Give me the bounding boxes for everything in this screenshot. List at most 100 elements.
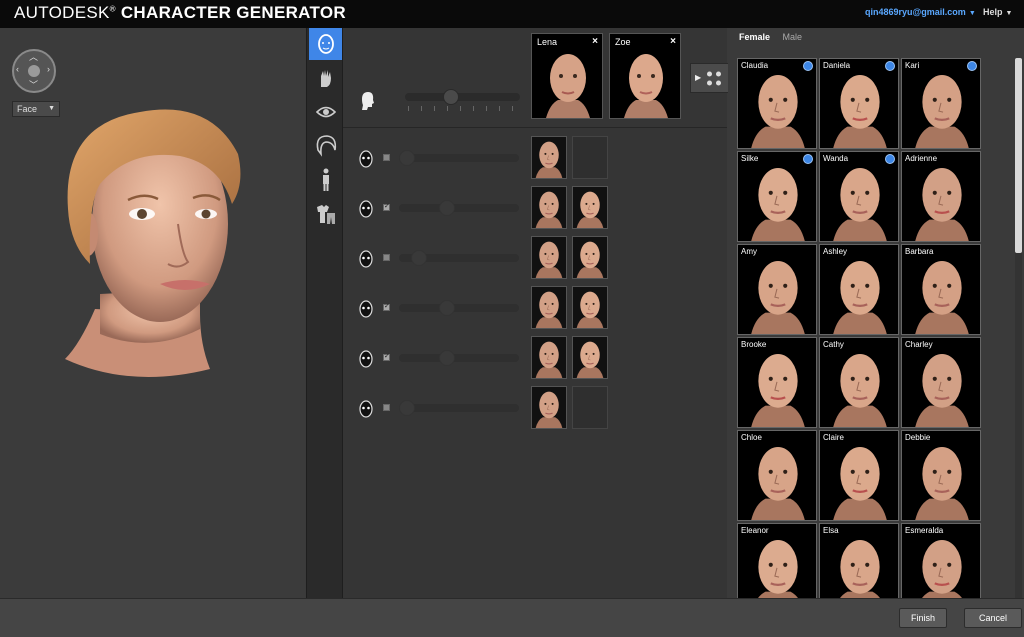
feature-row xyxy=(343,236,727,282)
cancel-button[interactable]: Cancel xyxy=(964,608,1022,628)
camera-navigation-control[interactable]: ︿ ﹀ ‹ › xyxy=(12,49,56,93)
character-card-claudia[interactable]: Claudia xyxy=(737,58,817,149)
feature-source-thumbnail[interactable] xyxy=(531,386,567,429)
ears-feature-icon xyxy=(359,350,373,368)
overall-blend-slider-knob[interactable] xyxy=(442,89,459,105)
eyes-category-button[interactable] xyxy=(309,96,342,128)
character-face-thumbnail xyxy=(751,353,805,427)
feature-lock-checkbox[interactable] xyxy=(383,302,390,311)
character-face-thumbnail xyxy=(915,74,969,148)
feature-blend-slider-knob[interactable] xyxy=(438,350,455,366)
character-card-charley[interactable]: Charley xyxy=(901,337,981,428)
body-category-button[interactable] xyxy=(309,164,342,196)
feature-source-thumbnail[interactable] xyxy=(572,336,608,379)
character-card-silke[interactable]: Silke xyxy=(737,151,817,242)
parent-card-lena[interactable]: Lena × xyxy=(531,33,603,119)
feature-blend-slider-knob[interactable] xyxy=(438,300,455,316)
character-face-thumbnail xyxy=(833,353,887,427)
arrow-up-icon[interactable]: ︿ xyxy=(29,53,38,62)
feature-source-thumbnail[interactable] xyxy=(572,286,608,329)
finish-button[interactable]: Finish xyxy=(899,608,947,628)
expand-parents-button[interactable]: ▶ xyxy=(690,63,728,93)
feature-blend-slider[interactable] xyxy=(399,250,519,266)
character-card-kari[interactable]: Kari xyxy=(901,58,981,149)
view-mode-value: Face xyxy=(17,104,38,114)
nose-feature-icon xyxy=(359,200,373,218)
view-mode-select[interactable]: Face ▼ xyxy=(12,101,60,117)
eye-icon xyxy=(315,106,336,118)
feature-blend-slider[interactable] xyxy=(399,400,519,416)
trademark-mark: ® xyxy=(109,4,116,14)
character-card-cathy[interactable]: Cathy xyxy=(819,337,899,428)
feature-blend-slider[interactable] xyxy=(399,200,519,216)
gallery-scrollbar[interactable] xyxy=(1015,58,1022,598)
character-card-amy[interactable]: Amy xyxy=(737,244,817,335)
feature-empty-slot[interactable] xyxy=(572,386,608,429)
character-name: Chloe xyxy=(741,433,762,442)
feature-blend-slider-knob[interactable] xyxy=(438,200,455,216)
tab-male[interactable]: Male xyxy=(783,32,803,42)
arrow-right-icon[interactable]: › xyxy=(47,65,50,74)
feature-blend-slider-knob[interactable] xyxy=(399,150,415,166)
feature-source-thumbnail[interactable] xyxy=(572,236,608,279)
tab-female[interactable]: Female xyxy=(739,32,770,42)
feature-source-thumbnail[interactable] xyxy=(531,136,567,179)
character-name: Daniela xyxy=(823,61,851,70)
arrow-down-icon[interactable]: ﹀ xyxy=(29,81,38,90)
character-head-model[interactable] xyxy=(60,94,245,384)
skin-category-button[interactable] xyxy=(309,62,342,94)
character-face-thumbnail xyxy=(833,260,887,334)
body-icon xyxy=(322,168,329,191)
feature-blend-slider-knob[interactable] xyxy=(411,250,428,266)
hair-category-button[interactable] xyxy=(309,130,342,162)
feature-source-thumbnail[interactable] xyxy=(531,336,567,379)
character-card-claire[interactable]: Claire xyxy=(819,430,899,521)
gallery-scrollbar-thumb[interactable] xyxy=(1015,58,1022,253)
clothing-category-button[interactable] xyxy=(309,198,342,230)
jaw-feature-icon xyxy=(359,300,373,318)
character-name: Claire xyxy=(823,433,844,442)
face-category-button[interactable] xyxy=(309,28,342,60)
custom-character-icon xyxy=(885,61,895,71)
feature-lock-checkbox[interactable] xyxy=(383,404,390,411)
feature-blend-slider-knob[interactable] xyxy=(399,400,415,416)
arrow-left-icon[interactable]: ‹ xyxy=(16,65,19,74)
feature-source-thumbnail[interactable] xyxy=(572,186,608,229)
overall-blend-slider[interactable] xyxy=(405,89,520,105)
feature-empty-slot[interactable] xyxy=(572,136,608,179)
3d-viewport[interactable]: ︿ ﹀ ‹ › Face ▼ xyxy=(0,28,305,598)
character-face-thumbnail xyxy=(915,167,969,241)
character-card-adrienne[interactable]: Adrienne xyxy=(901,151,981,242)
feature-blend-slider[interactable] xyxy=(399,350,519,366)
parent-card-zoe[interactable]: Zoe × xyxy=(609,33,681,119)
app-title: AUTODESK® CHARACTER GENERATOR xyxy=(14,3,346,23)
face-icon xyxy=(317,34,334,54)
character-card-daniela[interactable]: Daniela xyxy=(819,58,899,149)
feature-lock-checkbox[interactable] xyxy=(383,254,390,261)
feature-source-thumbnail[interactable] xyxy=(531,286,567,329)
feature-blend-slider[interactable] xyxy=(399,150,519,166)
user-account-menu[interactable]: qin4869ryu@gmail.com ▼ xyxy=(865,7,976,17)
character-card-wanda[interactable]: Wanda xyxy=(819,151,899,242)
character-card-debbie[interactable]: Debbie xyxy=(901,430,981,521)
navigation-center-icon[interactable] xyxy=(28,65,40,77)
custom-character-icon xyxy=(803,154,813,164)
help-menu[interactable]: Help ▼ xyxy=(983,7,1012,17)
character-card-barbara[interactable]: Barbara xyxy=(901,244,981,335)
parent-blend-section: Lena × Zoe × ▶ xyxy=(343,28,728,128)
footer-bar: Finish Cancel xyxy=(0,598,1024,637)
feature-lock-checkbox[interactable] xyxy=(383,154,390,161)
character-card-chloe[interactable]: Chloe xyxy=(737,430,817,521)
title-bar: AUTODESK® CHARACTER GENERATOR qin4869ryu… xyxy=(0,0,1024,28)
feature-source-thumbnail[interactable] xyxy=(531,186,567,229)
feature-source-thumbnail[interactable] xyxy=(531,236,567,279)
character-name: Wanda xyxy=(823,154,849,163)
character-card-brooke[interactable]: Brooke xyxy=(737,337,817,428)
character-card-ashley[interactable]: Ashley xyxy=(819,244,899,335)
character-face-thumbnail xyxy=(833,446,887,520)
character-face-thumbnail xyxy=(576,191,604,228)
character-name: Charley xyxy=(905,340,933,349)
feature-lock-checkbox[interactable] xyxy=(383,202,390,211)
feature-lock-checkbox[interactable] xyxy=(383,352,390,361)
feature-blend-slider[interactable] xyxy=(399,300,519,316)
